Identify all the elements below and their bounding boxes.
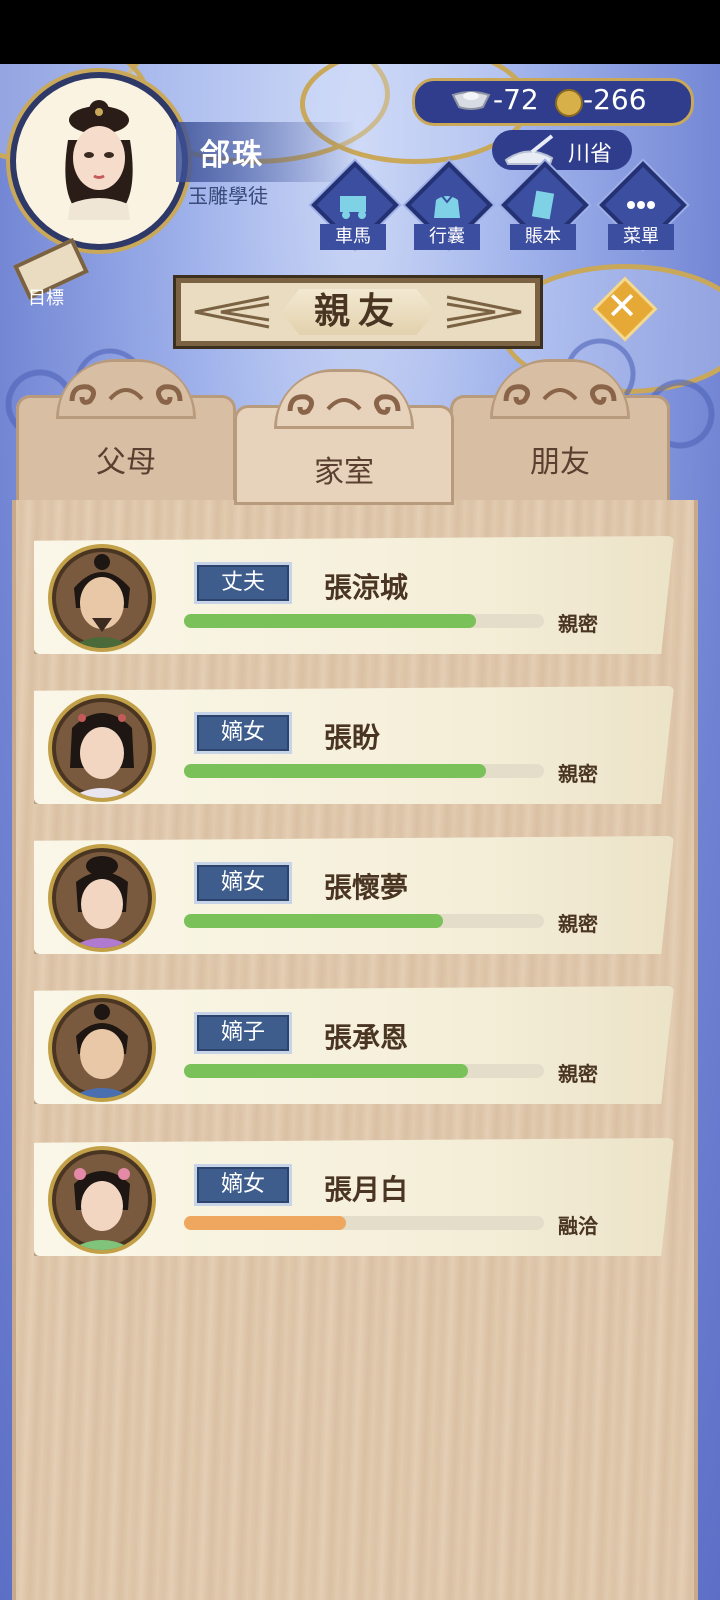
- affinity-fill: [184, 614, 476, 628]
- role-badge: 嫡女: [194, 712, 292, 754]
- role-badge: 嫡子: [194, 1012, 292, 1054]
- ledger-button[interactable]: 賬本: [498, 161, 589, 254]
- cloud-swirl-icon: [503, 384, 617, 405]
- relative-card[interactable]: 嫡女 張月白 融洽: [34, 1138, 674, 1256]
- goal-label: 目標: [28, 288, 64, 309]
- screen-title: 親友: [281, 289, 435, 335]
- tab-household[interactable]: 家室: [234, 369, 454, 505]
- relation-status: 親密: [558, 912, 598, 936]
- player-avatar[interactable]: [10, 72, 188, 250]
- role-badge: 嫡女: [194, 1164, 292, 1206]
- player-portrait-icon: [65, 100, 133, 220]
- affinity-bar: [184, 764, 544, 778]
- relative-portrait: [48, 544, 156, 652]
- relative-portrait: [48, 844, 156, 952]
- location-badge[interactable]: 川省: [492, 130, 632, 170]
- tab-parents-label: 父母: [96, 445, 156, 480]
- status-bar: [0, 0, 720, 64]
- affinity-bar: [184, 614, 544, 628]
- affinity-bar: [184, 1064, 544, 1078]
- ledger-icon: [531, 190, 555, 220]
- affinity-bar: [184, 914, 544, 928]
- daughter-portrait-icon: [70, 713, 134, 798]
- tab-friends[interactable]: 朋友: [450, 359, 670, 505]
- relative-portrait: [48, 694, 156, 802]
- close-button[interactable]: ✕: [592, 276, 658, 342]
- cloud-swirl-icon: [69, 384, 183, 405]
- role-badge: 嫡女: [194, 862, 292, 904]
- affinity-fill: [184, 1216, 346, 1230]
- player-title: 玉雕學徒: [188, 184, 268, 208]
- affinity-bar: [184, 1216, 544, 1230]
- title-banner: 親友: [176, 278, 540, 346]
- relative-name: 張盼: [324, 721, 381, 754]
- carriage-icon: [340, 196, 366, 219]
- copper-amount: -266: [583, 83, 647, 116]
- affinity-fill: [184, 764, 487, 778]
- tab-parents[interactable]: 父母: [16, 359, 236, 505]
- relation-status: 親密: [558, 762, 598, 786]
- relative-name: 張懷夢: [324, 871, 409, 904]
- son-portrait-icon: [70, 1004, 134, 1098]
- ledger-label: 賬本: [510, 224, 576, 250]
- husband-portrait-icon: [70, 554, 134, 648]
- player-name: 郃珠: [200, 138, 264, 173]
- relation-status: 融洽: [558, 1214, 598, 1238]
- relative-name: 張月白: [324, 1173, 409, 1206]
- silver-amount: -72: [493, 83, 539, 116]
- relative-card[interactable]: 嫡女 張懷夢 親密: [34, 836, 674, 954]
- banner-arrow-right-icon: [446, 295, 522, 329]
- currency-bar: -72 -266: [412, 78, 694, 126]
- bag-label: 行囊: [414, 224, 480, 250]
- daughter-portrait-icon: [70, 856, 134, 948]
- location-name: 川省: [568, 142, 613, 167]
- silver-ingot-icon: [451, 91, 491, 110]
- bag-button[interactable]: 行囊: [402, 161, 493, 254]
- tab-household-label: 家室: [314, 455, 374, 490]
- relative-card[interactable]: 嫡女 張盼 親密: [34, 686, 674, 804]
- relation-status: 親密: [558, 1062, 598, 1086]
- goal-button[interactable]: 目標: [10, 237, 89, 309]
- carriage-label: 車馬: [320, 224, 386, 250]
- menu-button[interactable]: 菜單: [596, 161, 687, 254]
- daughter-portrait-icon: [70, 1168, 134, 1250]
- role-badge: 丈夫: [194, 562, 292, 604]
- relative-name: 張承恩: [324, 1021, 409, 1054]
- bag-icon: [434, 195, 460, 218]
- carriage-button[interactable]: 車馬: [308, 161, 399, 254]
- tab-friends-label: 朋友: [530, 445, 590, 480]
- cloud-swirl-icon: [287, 394, 401, 415]
- affinity-fill: [184, 914, 444, 928]
- banner-arrow-left-icon: [194, 295, 270, 329]
- close-icon: ✕: [606, 284, 638, 328]
- relative-name: 張涼城: [324, 571, 409, 604]
- relative-card[interactable]: 嫡子 張承恩 親密: [34, 986, 674, 1104]
- copper-coin-icon: [555, 89, 583, 117]
- relative-card[interactable]: 丈夫 張涼城 親密: [34, 536, 674, 654]
- affinity-fill: [184, 1064, 469, 1078]
- relative-portrait: [48, 1146, 156, 1254]
- relation-status: 親密: [558, 612, 598, 636]
- menu-label: 菜單: [608, 224, 674, 250]
- ink-stone-icon: [504, 134, 554, 165]
- relative-portrait: [48, 994, 156, 1102]
- more-icon: [627, 201, 655, 209]
